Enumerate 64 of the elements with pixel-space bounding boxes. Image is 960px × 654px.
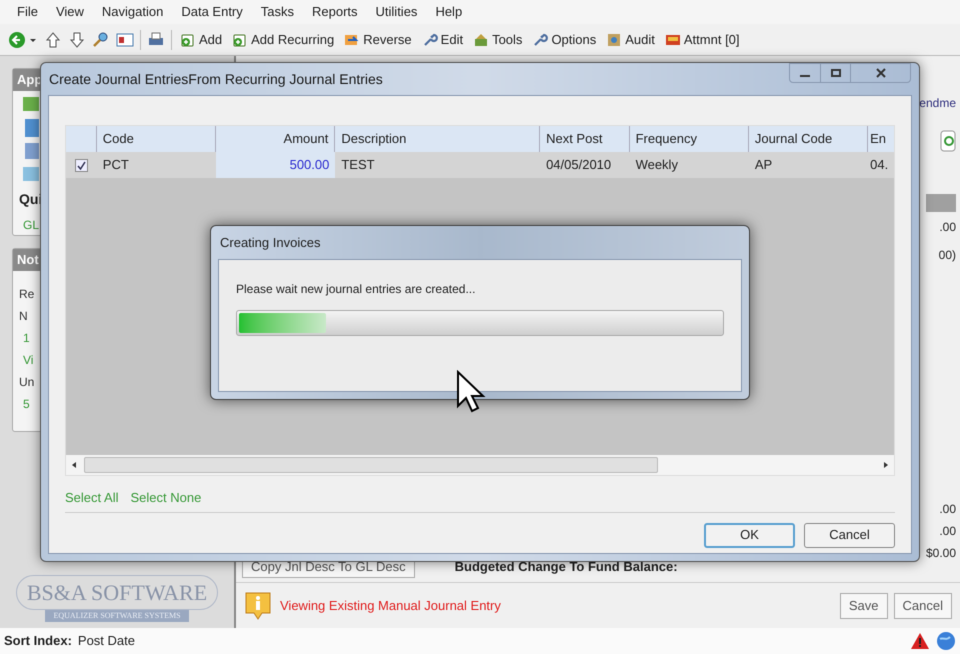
menu-item[interactable]: Data Entry	[172, 2, 252, 22]
form-button[interactable]: Cancel	[894, 592, 952, 618]
toolbar-button[interactable]: Add	[178, 30, 224, 50]
toolbar-button[interactable]: Options	[530, 30, 598, 50]
budget-label: Budgeted Change To Fund Balance:	[454, 558, 678, 576]
toolbar-button[interactable]: Audit	[604, 30, 657, 50]
form-button[interactable]: Save	[840, 592, 888, 618]
grid-cell: 500.00	[216, 152, 336, 178]
grid-cell-text: Weekly	[634, 156, 679, 174]
status-message: Viewing Existing Manual Journal Entry	[280, 596, 501, 615]
menu-item[interactable]: Utilities	[366, 2, 426, 22]
horizontal-scrollbar[interactable]	[66, 455, 894, 475]
menu-item[interactable]: Tasks	[252, 2, 303, 22]
back-icon[interactable]	[8, 30, 38, 48]
search-icon[interactable]	[92, 30, 110, 48]
menu-item[interactable]: Navigation	[92, 2, 172, 22]
refresh-icon[interactable]	[940, 130, 956, 152]
grid-cell-text: 04.	[869, 156, 890, 174]
logo-tagline: EQUALIZER SOFTWARE SYSTEMS	[45, 610, 189, 622]
check-icon	[76, 160, 86, 170]
menu-item[interactable]: File	[8, 2, 47, 22]
down-arrow-icon[interactable]	[68, 30, 86, 48]
warning-icon[interactable]	[910, 632, 930, 650]
column-header[interactable]: En	[868, 126, 894, 152]
grid-cell-text: AP	[754, 156, 774, 174]
column-header	[926, 194, 956, 212]
progress-message: Please wait new journal entries are created...	[236, 281, 476, 298]
side-label: Re	[19, 286, 36, 303]
add-icon	[232, 32, 248, 48]
menu-item[interactable]: View	[46, 2, 93, 22]
grid-cell-text: 04/05/2010	[545, 156, 612, 174]
grid-cell-text: PCT	[102, 156, 130, 174]
info-icon	[244, 590, 272, 620]
toolbar-button[interactable]: Tools	[471, 30, 524, 50]
menu-item[interactable]: Help	[426, 2, 472, 22]
toolbar-button[interactable]: Reverse	[342, 30, 414, 50]
add-icon	[180, 32, 196, 48]
toolbar-button[interactable]: Edit	[420, 30, 466, 50]
scrollbar-thumb[interactable]	[84, 457, 658, 473]
amount-value: .00	[939, 219, 956, 236]
menu-item[interactable]: Reports	[303, 2, 367, 22]
cursor-icon	[456, 370, 486, 414]
sort-label: Sort Index:	[4, 632, 72, 650]
up-arrow-icon[interactable]	[44, 30, 62, 48]
header-fragment: endme	[919, 95, 956, 112]
amount-value: 00)	[938, 247, 956, 264]
row-checkbox[interactable]	[74, 158, 88, 172]
amount-value: .00	[939, 523, 956, 540]
side-label: N	[19, 308, 29, 325]
amount-value: $0.00	[926, 545, 956, 562]
dialog-button[interactable]: OK	[704, 522, 795, 548]
wrench-icon	[532, 32, 548, 48]
sort-value: Post Date	[78, 632, 135, 650]
form-icon[interactable]	[116, 30, 134, 48]
progress-title: Creating Invoices	[220, 234, 320, 252]
grid-cell-text: TEST	[340, 156, 376, 174]
toolbar-button[interactable]: Add Recurring	[230, 30, 336, 50]
amount-value: .00	[939, 501, 956, 518]
globe-icon[interactable]	[936, 631, 956, 651]
close-icon	[876, 68, 886, 78]
toolbar-button[interactable]: Attmnt [0]	[662, 30, 742, 50]
wrench-icon	[422, 32, 438, 48]
dialog-button[interactable]: Cancel	[804, 522, 895, 548]
side-label: Un	[19, 374, 36, 391]
